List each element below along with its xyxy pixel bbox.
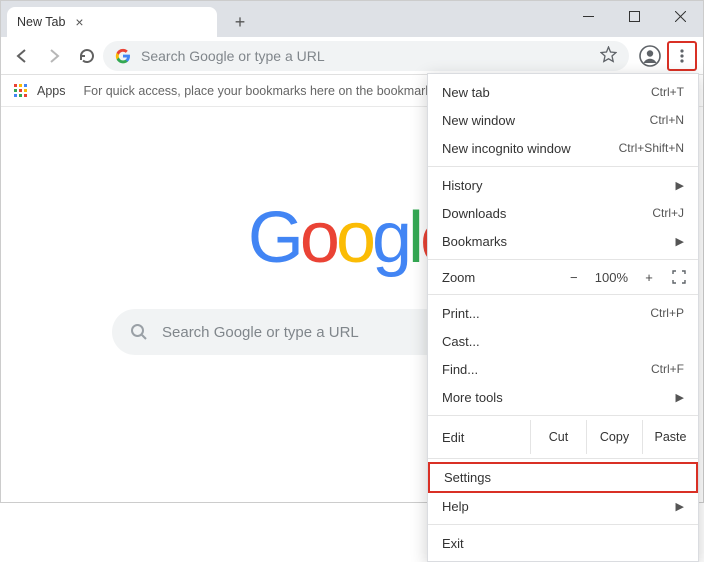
chevron-right-icon: ▶	[676, 179, 684, 192]
menu-paste[interactable]: Paste	[642, 420, 698, 454]
menu-label: Downloads	[442, 206, 652, 221]
menu-shortcut: Ctrl+F	[651, 362, 684, 376]
forward-button[interactable]	[39, 41, 69, 71]
menu-shortcut: Ctrl+J	[652, 206, 684, 220]
menu-help[interactable]: Help▶	[428, 492, 698, 520]
bookmark-star-button[interactable]	[600, 46, 617, 66]
chrome-menu: New tabCtrl+T New windowCtrl+N New incog…	[427, 73, 699, 562]
menu-label: History	[442, 178, 676, 193]
reload-icon	[78, 47, 95, 64]
menu-settings[interactable]: Settings	[428, 462, 698, 493]
chevron-right-icon: ▶	[676, 500, 684, 513]
menu-separator	[428, 259, 698, 260]
menu-shortcut: Ctrl+N	[650, 113, 684, 127]
more-vertical-icon	[674, 48, 690, 64]
menu-print[interactable]: Print...Ctrl+P	[428, 299, 698, 327]
menu-separator	[428, 415, 698, 416]
menu-cast[interactable]: Cast...	[428, 327, 698, 355]
menu-separator	[428, 524, 698, 525]
menu-label: Zoom	[442, 270, 565, 285]
menu-more-tools[interactable]: More tools▶	[428, 383, 698, 411]
menu-new-tab[interactable]: New tabCtrl+T	[428, 78, 698, 106]
user-icon	[639, 45, 661, 67]
menu-label: Edit	[428, 430, 530, 445]
menu-label: Find...	[442, 362, 651, 377]
maximize-icon	[629, 11, 640, 22]
menu-label: More tools	[442, 390, 676, 405]
close-icon[interactable]: ×	[75, 15, 83, 29]
menu-label: Exit	[442, 536, 684, 551]
fullscreen-button[interactable]	[670, 268, 688, 286]
logo-letter: l	[408, 197, 420, 279]
zoom-in-button[interactable]: +	[640, 270, 658, 285]
google-g-icon	[115, 48, 131, 64]
minimize-button[interactable]	[565, 1, 611, 31]
toolbar: Search Google or type a URL	[1, 37, 703, 75]
chevron-right-icon: ▶	[676, 235, 684, 248]
menu-label: Help	[442, 499, 676, 514]
menu-shortcut: Ctrl+Shift+N	[619, 141, 684, 155]
menu-edit-row: Edit Cut Copy Paste	[428, 420, 698, 454]
menu-cut[interactable]: Cut	[530, 420, 586, 454]
menu-history[interactable]: History▶	[428, 171, 698, 199]
browser-tab[interactable]: New Tab ×	[7, 7, 217, 37]
titlebar: New Tab × +	[1, 1, 703, 37]
arrow-left-icon	[13, 47, 31, 65]
logo-letter: g	[372, 197, 408, 279]
menu-label: Bookmarks	[442, 234, 676, 249]
tabstrip: New Tab × +	[1, 1, 565, 37]
logo-letter: o	[336, 197, 372, 279]
zoom-value: 100%	[595, 270, 628, 285]
fullscreen-icon	[672, 270, 686, 284]
menu-find[interactable]: Find...Ctrl+F	[428, 355, 698, 383]
close-window-button[interactable]	[657, 1, 703, 31]
chevron-right-icon: ▶	[676, 391, 684, 404]
star-icon	[600, 46, 617, 63]
apps-grid-icon	[13, 83, 29, 99]
menu-label: Settings	[444, 470, 682, 485]
menu-new-incognito[interactable]: New incognito windowCtrl+Shift+N	[428, 134, 698, 162]
menu-label: New window	[442, 113, 650, 128]
tab-title: New Tab	[17, 15, 65, 29]
more-menu-button[interactable]	[667, 41, 697, 71]
maximize-button[interactable]	[611, 1, 657, 31]
arrow-right-icon	[45, 47, 63, 65]
menu-new-window[interactable]: New windowCtrl+N	[428, 106, 698, 134]
menu-label: Cast...	[442, 334, 684, 349]
omnibox-placeholder: Search Google or type a URL	[141, 48, 325, 64]
menu-downloads[interactable]: DownloadsCtrl+J	[428, 199, 698, 227]
menu-separator	[428, 294, 698, 295]
google-logo: Google	[248, 197, 456, 279]
minimize-icon	[583, 11, 594, 22]
menu-separator	[428, 458, 698, 459]
close-icon	[675, 11, 686, 22]
profile-button[interactable]	[635, 41, 665, 71]
apps-button[interactable]	[13, 83, 29, 99]
menu-shortcut: Ctrl+T	[651, 85, 684, 99]
window-controls	[565, 1, 703, 31]
reload-button[interactable]	[71, 41, 101, 71]
menu-exit[interactable]: Exit	[428, 529, 698, 557]
menu-label: Print...	[442, 306, 650, 321]
menu-label: New incognito window	[442, 141, 619, 156]
bookmark-hint-text: For quick access, place your bookmarks h…	[84, 84, 456, 98]
menu-bookmarks[interactable]: Bookmarks▶	[428, 227, 698, 255]
apps-label[interactable]: Apps	[37, 84, 66, 98]
menu-copy[interactable]: Copy	[586, 420, 642, 454]
logo-letter: o	[300, 197, 336, 279]
search-icon	[130, 323, 148, 341]
menu-zoom: Zoom − 100% +	[428, 264, 698, 290]
new-tab-button[interactable]: +	[227, 9, 253, 35]
back-button[interactable]	[7, 41, 37, 71]
search-placeholder: Search Google or type a URL	[162, 324, 359, 341]
omnibox[interactable]: Search Google or type a URL	[103, 41, 629, 71]
logo-letter: G	[248, 197, 300, 279]
zoom-out-button[interactable]: −	[565, 270, 583, 285]
menu-separator	[428, 166, 698, 167]
menu-label: New tab	[442, 85, 651, 100]
menu-shortcut: Ctrl+P	[650, 306, 684, 320]
